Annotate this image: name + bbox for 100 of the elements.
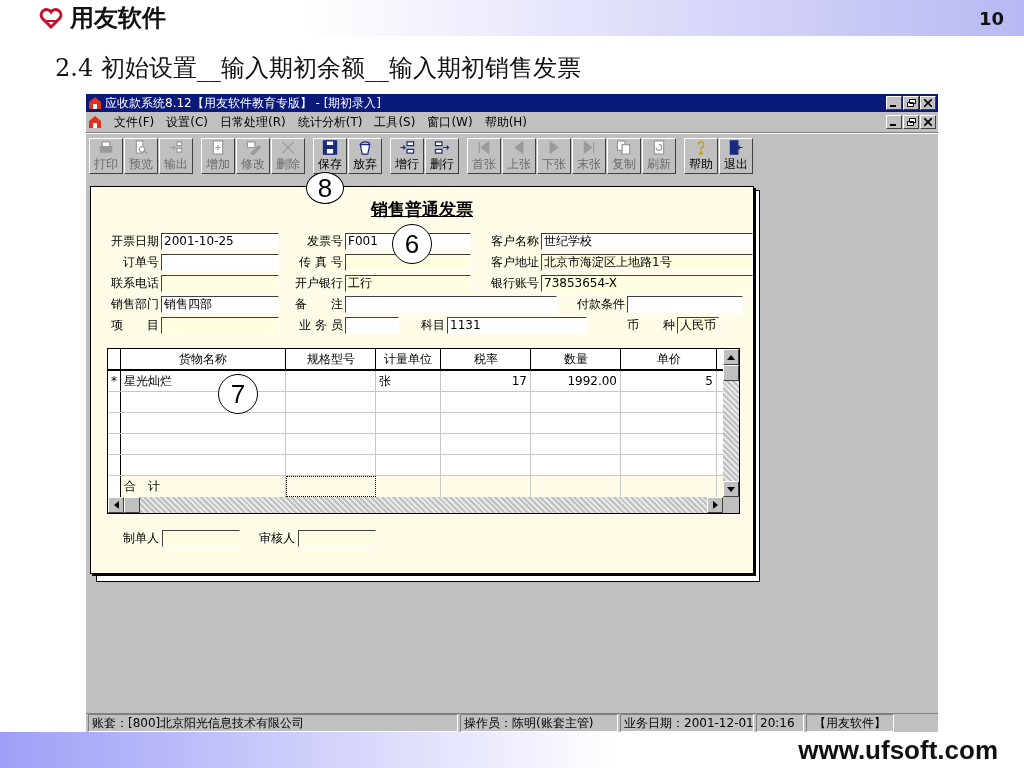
field-label: 银行账号 [490, 275, 539, 292]
minimize-button[interactable] [886, 96, 902, 110]
column-header: 单价 [621, 349, 717, 369]
row-remove-icon [434, 140, 450, 155]
input-field[interactable]: 2001-10-25 [161, 233, 279, 250]
menu-item[interactable]: 帮助(H) [484, 113, 528, 131]
input-field[interactable]: 销售四部 [161, 296, 279, 313]
document-refresh-icon [651, 140, 667, 155]
column-header: 货物名称 [121, 349, 286, 369]
cross-icon [280, 140, 296, 155]
invoice-title: 销售普通发票 [369, 198, 474, 221]
field-label: 客户地址 [490, 254, 539, 271]
field-label: 开票日期 [110, 233, 159, 250]
table-cell: 5 [621, 371, 717, 391]
printer-icon [98, 140, 114, 155]
restore-icon [906, 118, 916, 126]
scroll-down-button[interactable] [723, 481, 739, 497]
menu-item[interactable]: 窗口(W) [427, 113, 473, 131]
website-url: www.ufsoft.com [798, 734, 998, 766]
minimize-button[interactable] [886, 115, 902, 129]
toolbar-button[interactable]: 增行 [390, 138, 424, 174]
pencil-icon [245, 140, 261, 155]
input-field[interactable]: 世纪学校 [541, 233, 753, 250]
bucket-icon [357, 140, 373, 155]
triangle-right-icon [712, 501, 718, 509]
document-magnifier-icon [133, 140, 149, 155]
close-button[interactable] [920, 96, 936, 110]
toolbar-button[interactable]: 帮助 [684, 138, 718, 174]
scroll-left-button[interactable] [108, 497, 124, 513]
page-number: 10 [978, 7, 1004, 29]
input-field[interactable] [161, 317, 279, 334]
input-field[interactable] [161, 275, 279, 292]
input-field[interactable] [345, 317, 399, 334]
document-plus-icon [210, 140, 226, 155]
input-field[interactable]: 工行 [345, 275, 471, 292]
field-label: 发票号 [306, 233, 343, 250]
field-label: 传 真 号 [298, 254, 343, 271]
scroll-thumb[interactable] [723, 365, 739, 381]
input-field[interactable] [345, 254, 471, 271]
column-header: 计量单位 [376, 349, 441, 369]
toolbar-button[interactable]: 删行 [425, 138, 459, 174]
field-label: 制单人 [123, 530, 159, 547]
status-panel: 操作员：陈明(账套主管) [460, 714, 618, 732]
input-field[interactable] [627, 296, 743, 313]
triangle-left-icon [113, 501, 119, 509]
scroll-right-button[interactable] [707, 497, 723, 513]
field-label: 项 目 [110, 317, 159, 334]
restore-button[interactable] [903, 96, 919, 110]
field-label: 销售部门 [110, 296, 159, 313]
status-panel: 账套：[800]北京阳光信息技术有限公司 [88, 714, 458, 732]
input-field[interactable]: 1131 [447, 317, 587, 334]
arrow-list-icon [168, 140, 184, 155]
toolbar-button[interactable]: 保存 [313, 138, 347, 174]
field-label: 备 注 [294, 296, 343, 313]
heart-logo-icon [38, 6, 64, 30]
brand-name: 用友软件 [70, 3, 166, 34]
column-header: 规格型号 [286, 349, 376, 369]
menu-item[interactable]: 文件(F) [114, 113, 155, 131]
menu-item[interactable]: 日常处理(R) [220, 113, 286, 131]
column-header: 数量 [531, 349, 621, 369]
table-cell: 17 [441, 371, 531, 391]
restore-icon [906, 99, 916, 107]
input-field[interactable]: 73853654-X [541, 275, 753, 292]
horizontal-scrollbar[interactable] [108, 497, 723, 513]
window-title: 应收款系统8.12【用友软件教育专版】 - [期初录入] [105, 94, 382, 112]
input-field[interactable] [345, 296, 557, 313]
field-label: 科目 [420, 317, 445, 334]
triangle-down-icon [727, 486, 735, 492]
scroll-thumb[interactable] [124, 497, 140, 513]
field-label: 开户银行 [294, 275, 343, 292]
menu-item[interactable]: 设置(C) [166, 113, 208, 131]
vertical-scrollbar[interactable] [723, 349, 739, 497]
restore-button[interactable] [903, 115, 919, 129]
column-header: 税率 [441, 349, 531, 369]
field-label: 付款条件 [576, 296, 625, 313]
menu-item[interactable]: 工具(S) [374, 113, 416, 131]
status-panel: 业务日期：2001-12-01 [620, 714, 754, 732]
slide-heading: 2.4 初始设置__输入期初余额__输入期初销售发票 [54, 53, 582, 84]
menu-item[interactable]: 统计分析(T) [297, 113, 363, 131]
triangle-up-icon [727, 354, 735, 360]
input-field[interactable] [161, 254, 279, 271]
table-cell: 1992.00 [531, 371, 621, 391]
input-field[interactable] [298, 530, 376, 547]
input-field[interactable]: 人民币 [677, 317, 719, 334]
close-button[interactable] [920, 115, 936, 129]
status-panel: 20:16 [756, 714, 804, 732]
row-insert-icon [399, 140, 415, 155]
skip-last-icon [581, 140, 597, 155]
skip-first-icon [476, 140, 492, 155]
close-icon [924, 118, 932, 126]
field-label: 客户名称 [490, 233, 539, 250]
toolbar-button[interactable]: 退出 [719, 138, 753, 174]
input-field[interactable] [162, 530, 240, 547]
field-label: 订单号 [122, 254, 159, 271]
toolbar-button[interactable]: 放弃 [348, 138, 382, 174]
field-label: 联系电话 [110, 275, 159, 292]
scroll-up-button[interactable] [723, 349, 739, 365]
row-marker: * [108, 371, 121, 391]
copy-icon [616, 140, 632, 155]
input-field[interactable]: 北京市海淀区上地路1号 [541, 254, 753, 271]
